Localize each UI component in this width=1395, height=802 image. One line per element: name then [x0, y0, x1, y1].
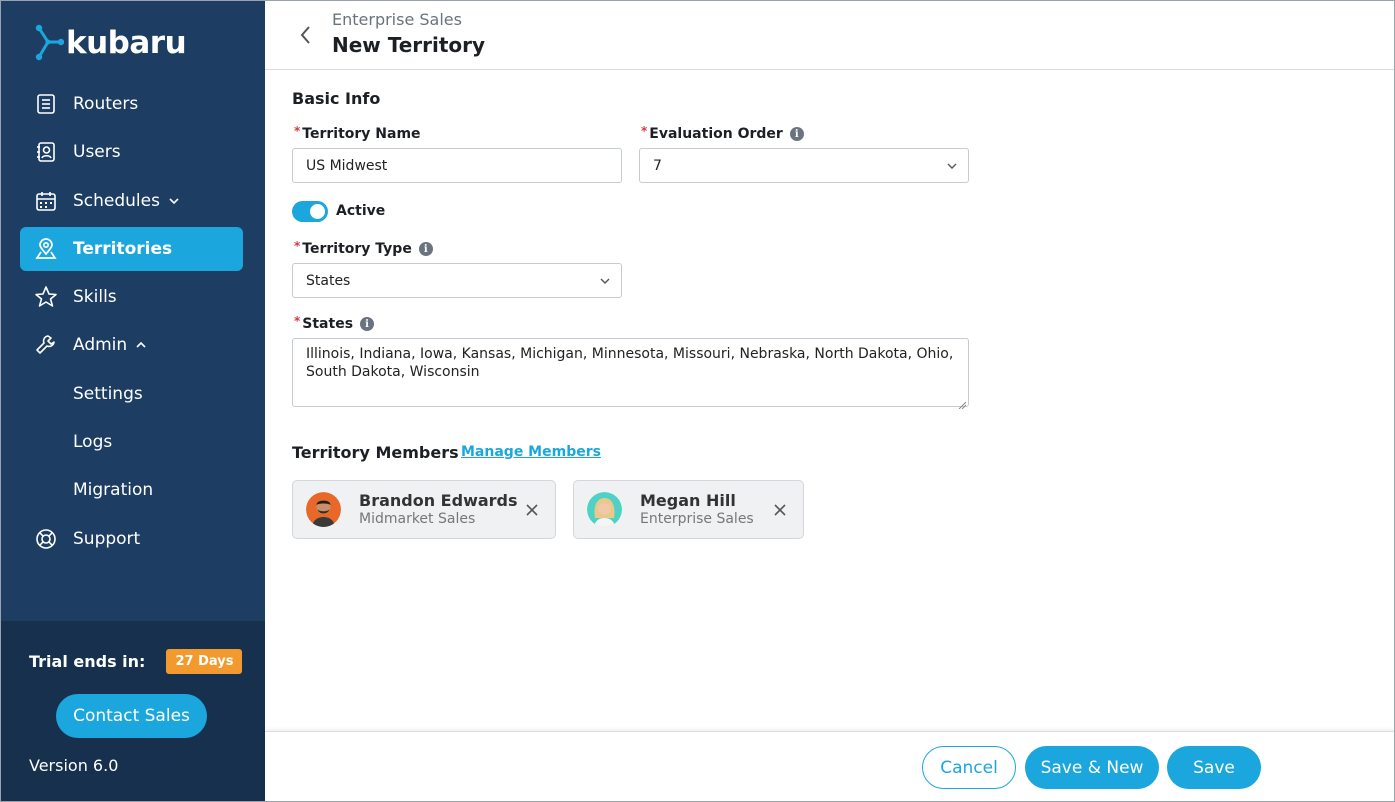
required-marker: * — [641, 124, 648, 138]
info-icon[interactable]: i — [789, 127, 804, 141]
lifebuoy-icon — [34, 527, 58, 551]
app-window: kubaru Routers Users Schedules Territori… — [0, 0, 1395, 802]
sidebar: kubaru Routers Users Schedules Territori… — [1, 1, 265, 801]
avatar — [587, 492, 622, 527]
sidebar-item-label: Logs — [73, 432, 113, 453]
required-marker: * — [294, 314, 301, 328]
save-and-new-button[interactable]: Save & New — [1025, 746, 1159, 789]
sidebar-item-support[interactable]: Support — [20, 517, 243, 561]
member-team: Enterprise Sales — [640, 511, 754, 527]
sidebar-item-users[interactable]: Users — [20, 130, 243, 174]
breadcrumb[interactable]: Enterprise Sales — [332, 10, 462, 29]
version-label: Version 6.0 — [29, 756, 119, 775]
chevron-up-icon — [135, 339, 147, 351]
avatar — [306, 492, 341, 527]
select-value: 7 — [653, 157, 662, 174]
member-card: Brandon Edwards Midmarket Sales — [292, 480, 556, 539]
member-team: Midmarket Sales — [359, 511, 476, 527]
save-button[interactable]: Save — [1167, 746, 1261, 789]
territory-type-select[interactable]: States — [292, 263, 622, 298]
sidebar-item-migration[interactable]: Migration — [20, 468, 243, 512]
select-value: States — [306, 272, 351, 289]
label-text: States — [302, 316, 354, 332]
list-icon — [34, 92, 58, 116]
members-title: Territory Members — [292, 443, 459, 462]
kubaru-logo-icon — [34, 23, 65, 63]
territory-type-label: * Territory Type i — [294, 239, 433, 257]
sidebar-item-admin[interactable]: Admin — [20, 323, 243, 367]
label-text: Evaluation Order — [649, 126, 783, 142]
sidebar-item-routers[interactable]: Routers — [20, 82, 243, 126]
contacts-icon — [34, 140, 58, 164]
sidebar-nav: Routers Users Schedules Territories Skil… — [20, 82, 243, 565]
sidebar-item-skills[interactable]: Skills — [20, 275, 243, 319]
info-icon[interactable]: i — [360, 317, 375, 331]
sidebar-item-logs[interactable]: Logs — [20, 420, 243, 464]
member-card: Megan Hill Enterprise Sales — [573, 480, 804, 539]
label-text: Territory Name — [302, 126, 421, 142]
sidebar-item-label: Skills — [73, 287, 117, 308]
cancel-button[interactable]: Cancel — [922, 746, 1016, 789]
territory-form: Basic Info * Territory Name US Midwest *… — [265, 71, 1394, 731]
page-header: Enterprise Sales New Territory — [265, 1, 1394, 70]
brand-name: kubaru — [66, 25, 187, 61]
chevron-down-icon — [168, 195, 180, 207]
textarea-value: Illinois, Indiana, Iowa, Kansas, Michiga… — [306, 346, 954, 380]
sidebar-item-label: Schedules — [73, 190, 160, 211]
sidebar-item-label: Support — [73, 528, 141, 549]
active-label: Active — [336, 203, 386, 219]
brand-logo[interactable]: kubaru — [34, 23, 187, 63]
member-name: Brandon Edwards — [359, 491, 518, 510]
required-marker: * — [294, 239, 301, 253]
territory-name-label: * Territory Name — [294, 124, 421, 142]
toggle-knob — [310, 204, 325, 219]
sidebar-item-territories[interactable]: Territories — [20, 226, 243, 271]
manage-members-link[interactable]: Manage Members — [461, 444, 601, 460]
sidebar-item-settings[interactable]: Settings — [20, 372, 243, 416]
evaluation-order-select[interactable]: 7 — [639, 148, 969, 183]
info-icon[interactable]: i — [418, 242, 433, 256]
page-title: New Territory — [332, 33, 486, 57]
contact-sales-button[interactable]: Contact Sales — [56, 694, 207, 738]
label-text: Territory Type — [302, 241, 412, 257]
trial-info: Trial ends in: 27 Days — [29, 649, 243, 674]
sidebar-item-label: Users — [73, 142, 121, 163]
section-title: Basic Info — [292, 89, 381, 108]
sidebar-item-label: Territories — [73, 238, 173, 259]
close-icon[interactable] — [525, 502, 539, 516]
required-marker: * — [294, 124, 301, 138]
map-pin-icon — [34, 237, 58, 261]
territory-name-input[interactable]: US Midwest — [292, 148, 622, 183]
sidebar-item-schedules[interactable]: Schedules — [20, 179, 243, 223]
chevron-down-icon — [946, 160, 958, 172]
resize-handle-icon[interactable] — [958, 396, 967, 410]
sidebar-item-label: Routers — [73, 94, 139, 114]
sidebar-item-label: Migration — [73, 480, 154, 501]
active-toggle[interactable] — [292, 201, 328, 222]
member-name: Megan Hill — [640, 491, 736, 510]
sidebar-footer: Trial ends in: 27 Days Contact Sales Ver… — [1, 621, 265, 801]
trial-days-badge: 27 Days — [166, 649, 243, 674]
states-label: * States i — [294, 314, 375, 332]
sidebar-item-label: Admin — [73, 335, 128, 356]
wrench-icon — [34, 333, 58, 357]
star-icon — [34, 285, 58, 309]
close-icon[interactable] — [773, 502, 787, 516]
chevron-down-icon — [599, 275, 611, 287]
calendar-icon — [34, 189, 58, 213]
states-textarea[interactable]: Illinois, Indiana, Iowa, Kansas, Michiga… — [292, 338, 969, 410]
evaluation-order-label: * Evaluation Order i — [641, 124, 804, 142]
back-arrow-icon[interactable] — [297, 23, 315, 47]
trial-label: Trial ends in: — [29, 652, 146, 671]
form-footer: Cancel Save & New Save — [265, 731, 1394, 801]
sidebar-item-label: Settings — [73, 383, 143, 404]
